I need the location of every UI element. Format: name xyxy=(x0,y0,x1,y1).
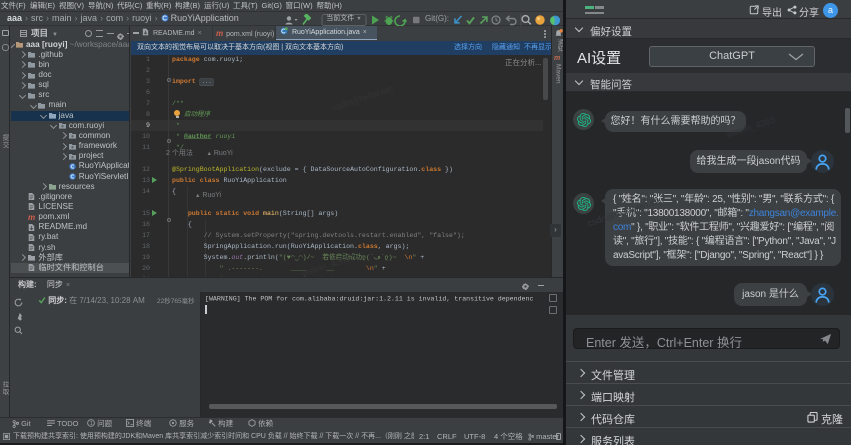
svg-text:1: 1 xyxy=(90,421,93,427)
